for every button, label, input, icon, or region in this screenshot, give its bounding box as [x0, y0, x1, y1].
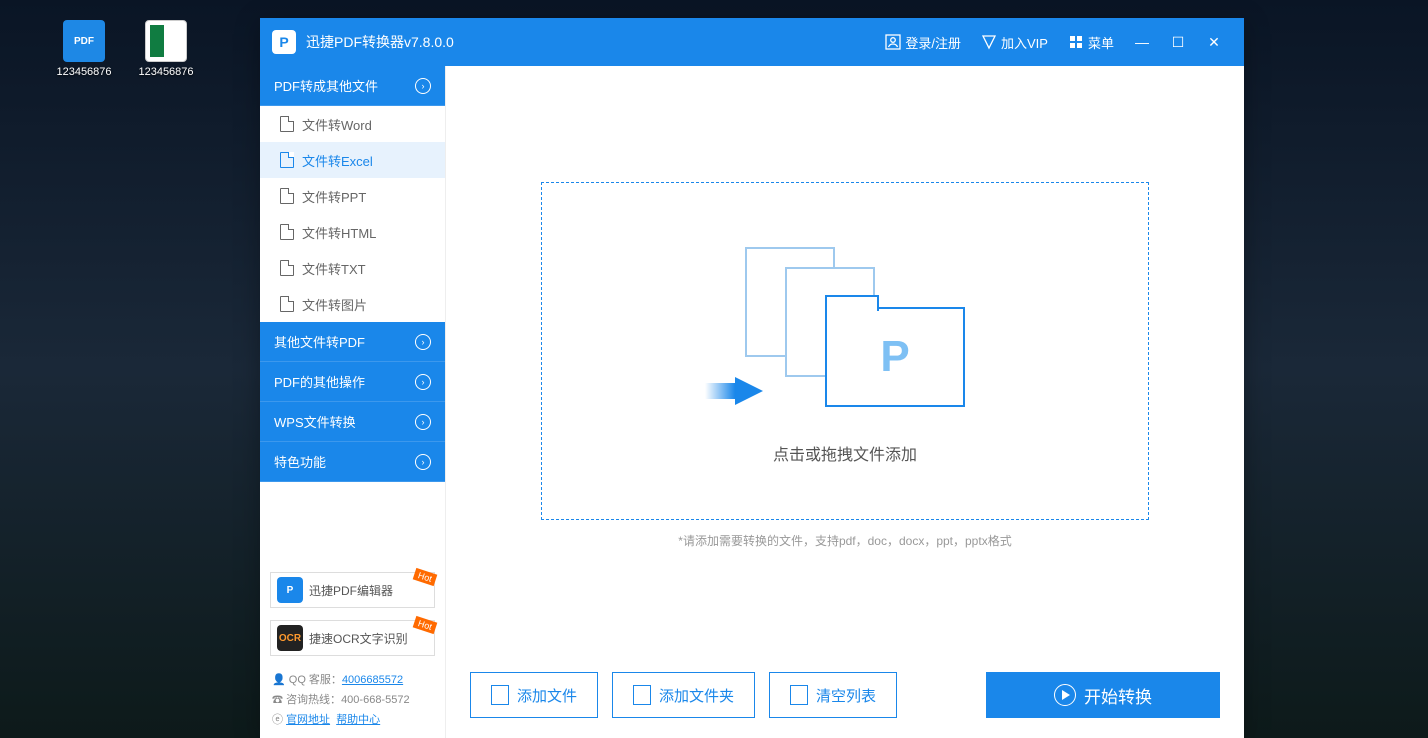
- menu-label: 菜单: [1088, 33, 1114, 52]
- desktop-icon-label: 123456876: [130, 66, 202, 78]
- login-button[interactable]: 登录/注册: [875, 18, 971, 66]
- sidebar-item-label: 文件转TXT: [302, 259, 366, 278]
- promo-ocr[interactable]: OCR 捷速OCR文字识别 Hot: [270, 620, 435, 656]
- button-label: 开始转换: [1084, 683, 1152, 708]
- user-icon: [885, 34, 901, 50]
- app-title: 迅捷PDF转换器v7.8.0.0: [306, 32, 454, 52]
- sidebar-category-label: PDF的其他操作: [274, 372, 365, 391]
- desktop-icon-excel[interactable]: 123456876: [130, 20, 202, 78]
- sidebar-category-label: WPS文件转换: [274, 412, 356, 431]
- sidebar-item-to-word[interactable]: 文件转Word: [260, 106, 445, 142]
- chevron-right-icon: ›: [415, 78, 431, 94]
- sidebar-category-label: 其他文件转PDF: [274, 332, 365, 351]
- sidebar-item-to-image[interactable]: 文件转图片: [260, 286, 445, 322]
- hot-badge: Hot: [413, 616, 438, 634]
- play-icon: [1054, 684, 1076, 706]
- sidebar-item-to-ppt[interactable]: 文件转PPT: [260, 178, 445, 214]
- button-label: 清空列表: [816, 685, 876, 706]
- arrow-right-icon: [735, 377, 763, 405]
- excel-file-icon: [145, 20, 187, 62]
- file-icon: [280, 260, 294, 276]
- sidebar-item-to-excel[interactable]: 文件转Excel: [260, 142, 445, 178]
- titlebar: P 迅捷PDF转换器v7.8.0.0 登录/注册 加入VIP 菜单 — ☐ ✕: [260, 18, 1244, 66]
- chevron-right-icon: ›: [415, 454, 431, 470]
- button-label: 添加文件: [517, 685, 577, 706]
- promo-label: 迅捷PDF编辑器: [309, 582, 393, 599]
- sidebar-item-to-html[interactable]: 文件转HTML: [260, 214, 445, 250]
- sidebar-item-label: 文件转HTML: [302, 223, 376, 242]
- file-icon: [280, 296, 294, 312]
- sidebar-category-pdf-other-ops[interactable]: PDF的其他操作 ›: [260, 362, 445, 402]
- dropzone-illustration: P: [725, 237, 965, 417]
- site-link[interactable]: 官网地址: [286, 714, 330, 726]
- sidebar: PDF转成其他文件 › 文件转Word 文件转Excel 文件转PPT 文件转H…: [260, 66, 446, 738]
- chevron-right-icon: ›: [415, 414, 431, 430]
- start-convert-button[interactable]: 开始转换: [986, 672, 1220, 718]
- hotline-value: 400-668-5572: [341, 694, 410, 706]
- main-content: P 点击或拖拽文件添加 *请添加需要转换的文件，支持pdf，doc，docx，p…: [446, 66, 1244, 738]
- ocr-icon: OCR: [277, 625, 303, 651]
- dropzone-text: 点击或拖拽文件添加: [773, 441, 917, 465]
- window-close-button[interactable]: ✕: [1196, 34, 1232, 51]
- file-icon: [280, 116, 294, 132]
- add-file-button[interactable]: 添加文件: [470, 672, 598, 718]
- file-icon: [280, 188, 294, 204]
- sidebar-contact: 👤 QQ 客服：4006685572 ☎ 咨询热线：400-668-5572 ⓔ…: [260, 662, 445, 738]
- pdf-editor-icon: P: [277, 577, 303, 603]
- vip-button[interactable]: 加入VIP: [971, 18, 1058, 66]
- menu-button[interactable]: 菜单: [1058, 18, 1124, 66]
- dropzone-hint: *请添加需要转换的文件，支持pdf，doc，docx，ppt，pptx格式: [470, 532, 1220, 549]
- chevron-right-icon: ›: [415, 374, 431, 390]
- promo-pdf-editor[interactable]: P 迅捷PDF编辑器 Hot: [270, 572, 435, 608]
- hotline-label: 咨询热线：: [286, 694, 341, 706]
- clear-list-button[interactable]: 清空列表: [769, 672, 897, 718]
- sidebar-category-pdf-to-other[interactable]: PDF转成其他文件 ›: [260, 66, 445, 106]
- app-window: P 迅捷PDF转换器v7.8.0.0 登录/注册 加入VIP 菜单 — ☐ ✕: [260, 18, 1244, 738]
- trash-icon: [790, 685, 808, 705]
- window-minimize-button[interactable]: —: [1124, 34, 1160, 50]
- sidebar-category-label: PDF转成其他文件: [274, 76, 378, 95]
- vip-icon: [981, 34, 997, 50]
- desktop-icon-label: 123456876: [48, 66, 120, 78]
- qq-label: QQ 客服：: [289, 674, 342, 686]
- add-folder-button[interactable]: 添加文件夹: [612, 672, 755, 718]
- desktop-icon-pdf[interactable]: PDF 123456876: [48, 20, 120, 78]
- sidebar-item-label: 文件转Excel: [302, 151, 373, 170]
- help-link[interactable]: 帮助中心: [336, 714, 380, 726]
- sidebar-item-label: 文件转图片: [302, 295, 367, 314]
- menu-grid-icon: [1068, 34, 1084, 50]
- sidebar-category-wps[interactable]: WPS文件转换 ›: [260, 402, 445, 442]
- file-icon: [280, 224, 294, 240]
- add-file-icon: [491, 685, 509, 705]
- qq-link[interactable]: 4006685572: [342, 674, 403, 686]
- bottom-toolbar: 添加文件 添加文件夹 清空列表 开始转换: [470, 672, 1220, 718]
- add-folder-icon: [633, 685, 651, 705]
- pdf-file-icon: PDF: [63, 20, 105, 62]
- sidebar-category-features[interactable]: 特色功能 ›: [260, 442, 445, 482]
- sidebar-item-label: 文件转Word: [302, 115, 372, 134]
- hot-badge: Hot: [413, 568, 438, 586]
- login-label: 登录/注册: [905, 33, 961, 52]
- dropzone[interactable]: P 点击或拖拽文件添加: [541, 182, 1149, 520]
- sidebar-category-other-to-pdf[interactable]: 其他文件转PDF ›: [260, 322, 445, 362]
- vip-label: 加入VIP: [1001, 33, 1048, 52]
- chevron-right-icon: ›: [415, 334, 431, 350]
- button-label: 添加文件夹: [659, 685, 734, 706]
- app-logo-icon: P: [272, 30, 296, 54]
- sidebar-item-label: 文件转PPT: [302, 187, 366, 206]
- sidebar-category-label: 特色功能: [274, 452, 326, 471]
- sidebar-item-to-txt[interactable]: 文件转TXT: [260, 250, 445, 286]
- promo-label: 捷速OCR文字识别: [309, 630, 408, 647]
- window-maximize-button[interactable]: ☐: [1160, 34, 1196, 51]
- file-icon: [280, 152, 294, 168]
